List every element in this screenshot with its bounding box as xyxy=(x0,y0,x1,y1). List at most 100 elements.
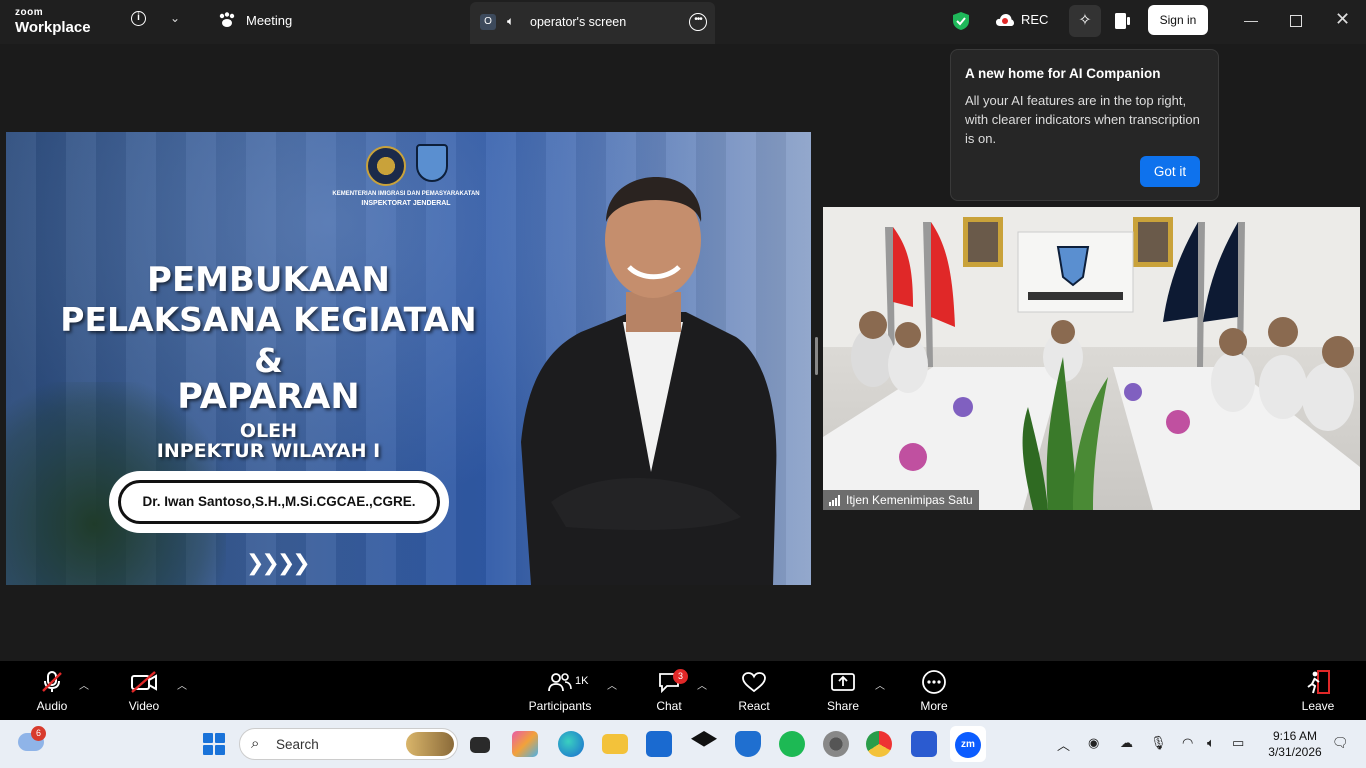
chat-options-caret-icon[interactable]: ︿ xyxy=(697,677,707,692)
speaker-photo xyxy=(521,177,777,585)
heart-icon xyxy=(742,672,766,693)
system-clock[interactable]: 9:16 AM 3/31/2026 xyxy=(1264,728,1326,760)
ai-companion-icon[interactable]: ✧ xyxy=(1069,5,1101,37)
participant-name: Itjen Kemenimipas Satu xyxy=(846,493,973,507)
slide-title-line3: & xyxy=(254,341,283,380)
video-options-caret-icon[interactable]: ︿ xyxy=(177,677,187,692)
slide-title-line1: PEMBUKAAN xyxy=(147,260,390,300)
battery-icon[interactable]: ▭ xyxy=(1232,735,1244,751)
tab-meeting[interactable]: Meeting xyxy=(218,12,292,28)
shared-screen: KEMENTERIAN IMIGRASI DAN PEMASYARAKATAN … xyxy=(6,132,811,585)
windows-taskbar: 6 ⌕ Search zm ︿ ◉ ☁ 🎙︎ ◠ 🔈︎ ▭ 9:16 AM 3/… xyxy=(0,720,1366,768)
tab-meeting-label: Meeting xyxy=(246,12,293,28)
tray-mic-icon[interactable]: 🎙︎ xyxy=(1150,735,1167,751)
close-icon[interactable]: ✕ xyxy=(1335,9,1350,30)
record-button[interactable]: REC xyxy=(995,12,1048,27)
more-button[interactable]: More xyxy=(913,669,955,713)
participants-label: Participants xyxy=(528,699,592,713)
tab-operators-screen-label: operator's screen xyxy=(530,15,627,29)
notification-icon[interactable]: 🗨︎ xyxy=(1332,735,1349,751)
share-screen-icon xyxy=(831,673,855,691)
slide-title-line6: INPEKTUR WILAYAH I xyxy=(156,440,381,462)
file-explorer-icon[interactable] xyxy=(602,734,628,754)
clock-date: 3/31/2026 xyxy=(1268,745,1322,759)
chrome-icon[interactable] xyxy=(866,731,892,757)
minimize-icon[interactable]: — xyxy=(1244,12,1258,28)
unit-label: INSPEKTORAT JENDERAL xyxy=(361,200,451,207)
leave-button[interactable]: Leave xyxy=(1296,669,1340,713)
participants-icon xyxy=(548,673,572,692)
zoom-logo: zoom Workplace xyxy=(15,7,91,36)
leave-icon xyxy=(1307,670,1330,694)
cloud-record-icon xyxy=(996,13,1014,26)
security-app-icon[interactable] xyxy=(735,731,761,757)
meeting-info-icon[interactable]: i xyxy=(131,11,146,26)
more-icon xyxy=(922,670,946,694)
chat-label: Chat xyxy=(656,699,682,713)
tooltip-title: A new home for AI Companion xyxy=(965,66,1161,81)
slide-title-line4: PAPARAN xyxy=(177,377,360,417)
spotify-icon[interactable] xyxy=(779,731,805,757)
garuda-emblem-icon xyxy=(366,146,406,186)
record-label: REC xyxy=(1021,12,1049,27)
edge-icon[interactable] xyxy=(558,731,584,757)
search-highlight-image xyxy=(406,732,454,756)
slide-title-line5: OLEH xyxy=(239,420,298,442)
more-options-icon[interactable]: ••• xyxy=(689,13,707,31)
slide-title-line2: PELAKSANA KEGIATAN xyxy=(60,300,477,339)
signal-strength-icon xyxy=(829,494,840,506)
participants-options-caret-icon[interactable]: ︿ xyxy=(607,677,617,692)
inspectorate-emblem-icon xyxy=(416,144,448,182)
task-view-icon[interactable] xyxy=(470,737,490,753)
logo-top-text: zoom xyxy=(15,7,44,18)
wifi-icon[interactable]: ◠ xyxy=(1182,735,1193,751)
audio-options-caret-icon[interactable]: ︿ xyxy=(79,677,89,692)
arrows-decoration: ❯❯❯❯ xyxy=(246,550,311,575)
tooltip-body: All your AI features are in the top righ… xyxy=(965,93,1200,146)
show-hidden-icons-icon[interactable]: ︿ xyxy=(1057,735,1070,754)
weather-badge: 6 xyxy=(31,726,46,741)
audio-button[interactable]: Audio xyxy=(28,669,76,713)
microsoft-store-icon[interactable] xyxy=(646,731,672,757)
share-label: Share xyxy=(826,699,860,713)
tab-operators-screen[interactable]: O 🔈︎ operator's screen ••• xyxy=(470,2,715,44)
chevron-down-icon[interactable]: ⌄ xyxy=(170,11,180,25)
search-placeholder: Search xyxy=(276,737,319,752)
react-button[interactable]: React xyxy=(733,669,775,713)
dropbox-icon[interactable] xyxy=(691,731,717,747)
speaker-name-pill: Dr. Iwan Santoso,S.H.,M.Si.CGCAE.,CGRE. xyxy=(109,471,449,533)
video-label: Video xyxy=(128,699,160,713)
share-options-caret-icon[interactable]: ︿ xyxy=(875,677,885,692)
resize-handle[interactable] xyxy=(815,337,818,375)
taskbar-search[interactable]: ⌕ Search xyxy=(239,728,458,760)
share-button[interactable]: Share xyxy=(822,669,864,713)
logo-bottom-text: Workplace xyxy=(15,19,91,36)
side-panel-icon[interactable] xyxy=(1112,11,1132,31)
zoom-window: zoom Workplace i ⌄ Meeting O 🔈︎ operator… xyxy=(0,0,1366,768)
got-it-button[interactable]: Got it xyxy=(1140,156,1200,187)
clock-time: 9:16 AM xyxy=(1272,729,1318,743)
search-icon: ⌕ xyxy=(251,735,260,752)
participant-video[interactable] xyxy=(823,207,1360,510)
ministry-label: KEMENTERIAN IMIGRASI DAN PEMASYARAKATAN xyxy=(332,191,480,197)
video-button[interactable]: Video xyxy=(120,669,168,713)
meeting-room-image xyxy=(823,207,1360,510)
maximize-icon[interactable] xyxy=(1290,15,1302,27)
sign-in-button[interactable]: Sign in xyxy=(1148,5,1208,35)
more-label: More xyxy=(920,699,948,713)
participant-name-tag: Itjen Kemenimipas Satu xyxy=(823,490,979,510)
ai-companion-tooltip: A new home for AI Companion All your AI … xyxy=(950,49,1219,201)
volume-icon[interactable]: 🔈︎ xyxy=(1207,735,1215,751)
speaker-icon: 🔈︎ xyxy=(507,14,515,28)
copilot-icon[interactable] xyxy=(512,731,538,757)
settings-gear-icon[interactable] xyxy=(823,731,849,757)
screen-tab-avatar: O xyxy=(480,14,496,30)
word-icon[interactable] xyxy=(911,731,937,757)
encryption-shield-icon[interactable] xyxy=(952,11,970,31)
zoom-icon: zm xyxy=(955,732,981,758)
windows-start-icon[interactable] xyxy=(203,733,225,755)
tray-app-icon[interactable]: ◉ xyxy=(1088,735,1099,751)
tray-cloud-icon[interactable]: ☁ xyxy=(1120,735,1133,751)
chat-unread-badge: 3 xyxy=(673,669,688,684)
meeting-toolbar: Audio ︿ Video ︿ Participants 1K ︿ Chat 3… xyxy=(0,661,1366,720)
